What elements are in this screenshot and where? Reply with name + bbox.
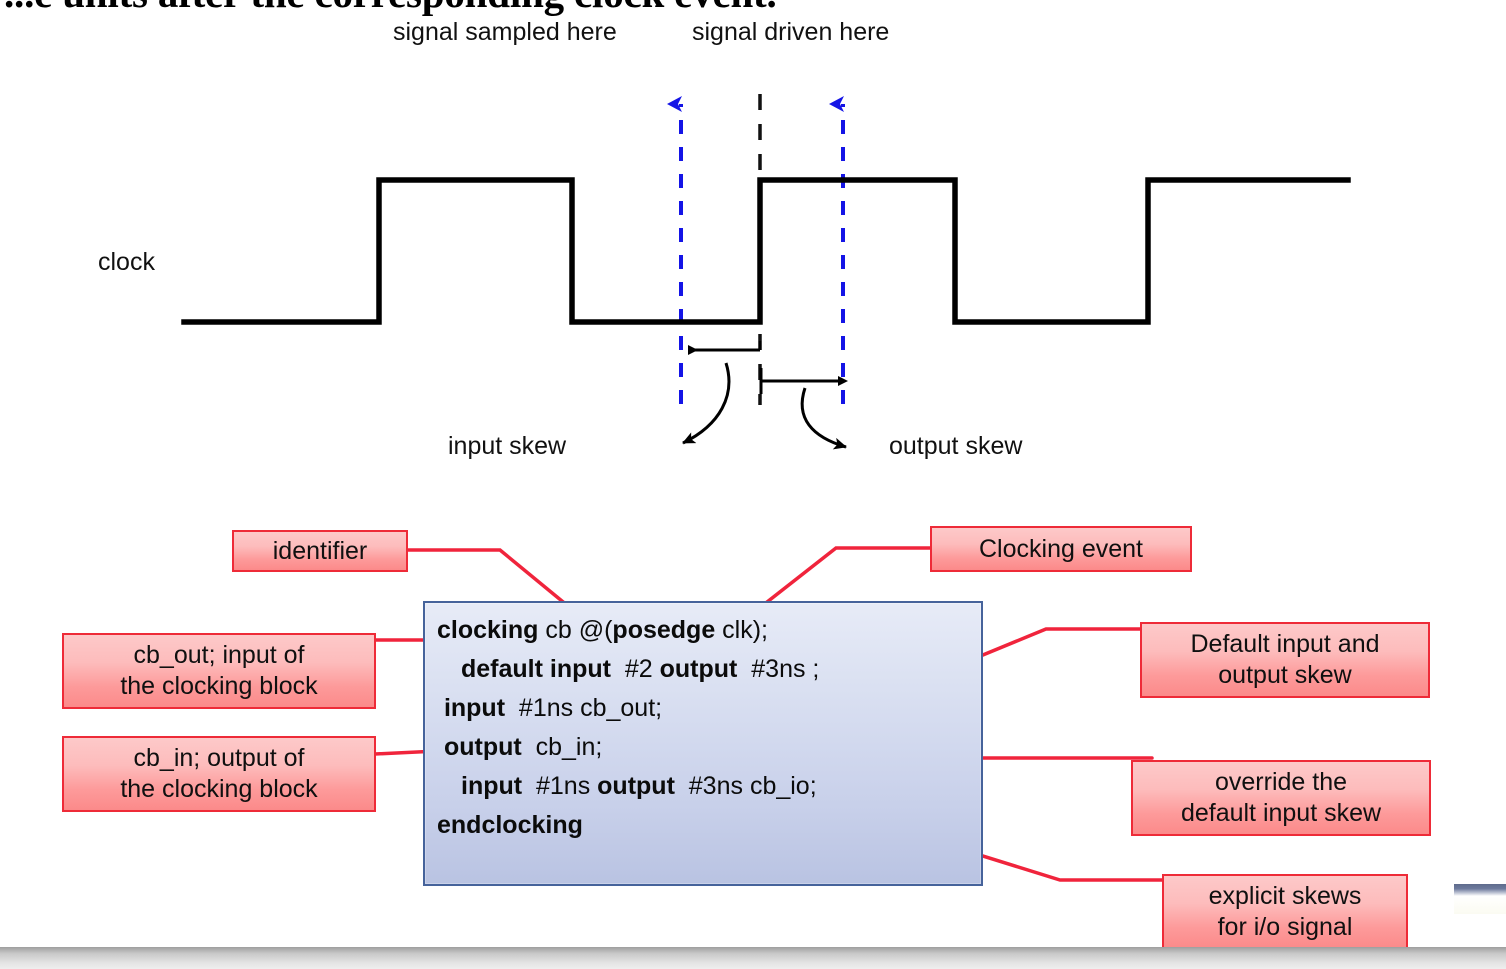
- callout-cb-in: cb_in; output of the clocking block: [62, 736, 376, 812]
- slide-canvas: ...e units after the corresponding clock…: [0, 0, 1506, 969]
- code-line: input #1ns cb_out;: [437, 694, 663, 722]
- callout-explicit-skews-label: explicit skews for i/o signal: [1208, 882, 1362, 941]
- callout-identifier: identifier: [232, 530, 408, 572]
- code-line: input #1ns output #3ns cb_io;: [461, 772, 817, 800]
- slide-edge-stub: [1454, 884, 1506, 914]
- callout-clocking-event: Clocking event: [930, 526, 1192, 572]
- callout-default-skew: Default input and output skew: [1140, 622, 1430, 698]
- code-line: output cb_in;: [437, 733, 603, 761]
- leader-clocking-event: [760, 546, 932, 608]
- callout-override-skew: override the default input skew: [1131, 760, 1431, 836]
- callout-default-skew-label: Default input and output skew: [1190, 630, 1380, 689]
- callout-override-skew-label: override the default input skew: [1180, 768, 1382, 827]
- code-block-text: clocking cb @(posedge clk); default input…: [437, 611, 819, 845]
- code-line: default input #2 output #3ns ;: [461, 655, 820, 683]
- output-skew-measure-arrow: [759, 368, 848, 394]
- leader-identifier: [406, 548, 570, 608]
- bottom-scroll-strip: [0, 947, 1506, 969]
- callout-clocking-event-label: Clocking event: [979, 534, 1143, 563]
- callout-cb-out-label: cb_out; input of the clocking block: [120, 641, 318, 700]
- output-skew-curve: [800, 387, 847, 450]
- callout-cb-in-label: cb_in; output of the clocking block: [120, 744, 318, 803]
- callout-explicit-skews: explicit skews for i/o signal: [1162, 874, 1408, 950]
- input-skew-curve: [682, 362, 731, 445]
- input-skew-measure-arrow: [688, 341, 762, 355]
- clock-waveform: [181, 177, 1351, 325]
- code-block-panel: clocking cb @(posedge clk); default input…: [423, 601, 983, 886]
- code-line: endclocking: [437, 811, 583, 839]
- callout-cb-out: cb_out; input of the clocking block: [62, 633, 376, 709]
- callout-identifier-label: identifier: [272, 536, 368, 565]
- code-line: clocking cb @(posedge clk);: [437, 616, 768, 644]
